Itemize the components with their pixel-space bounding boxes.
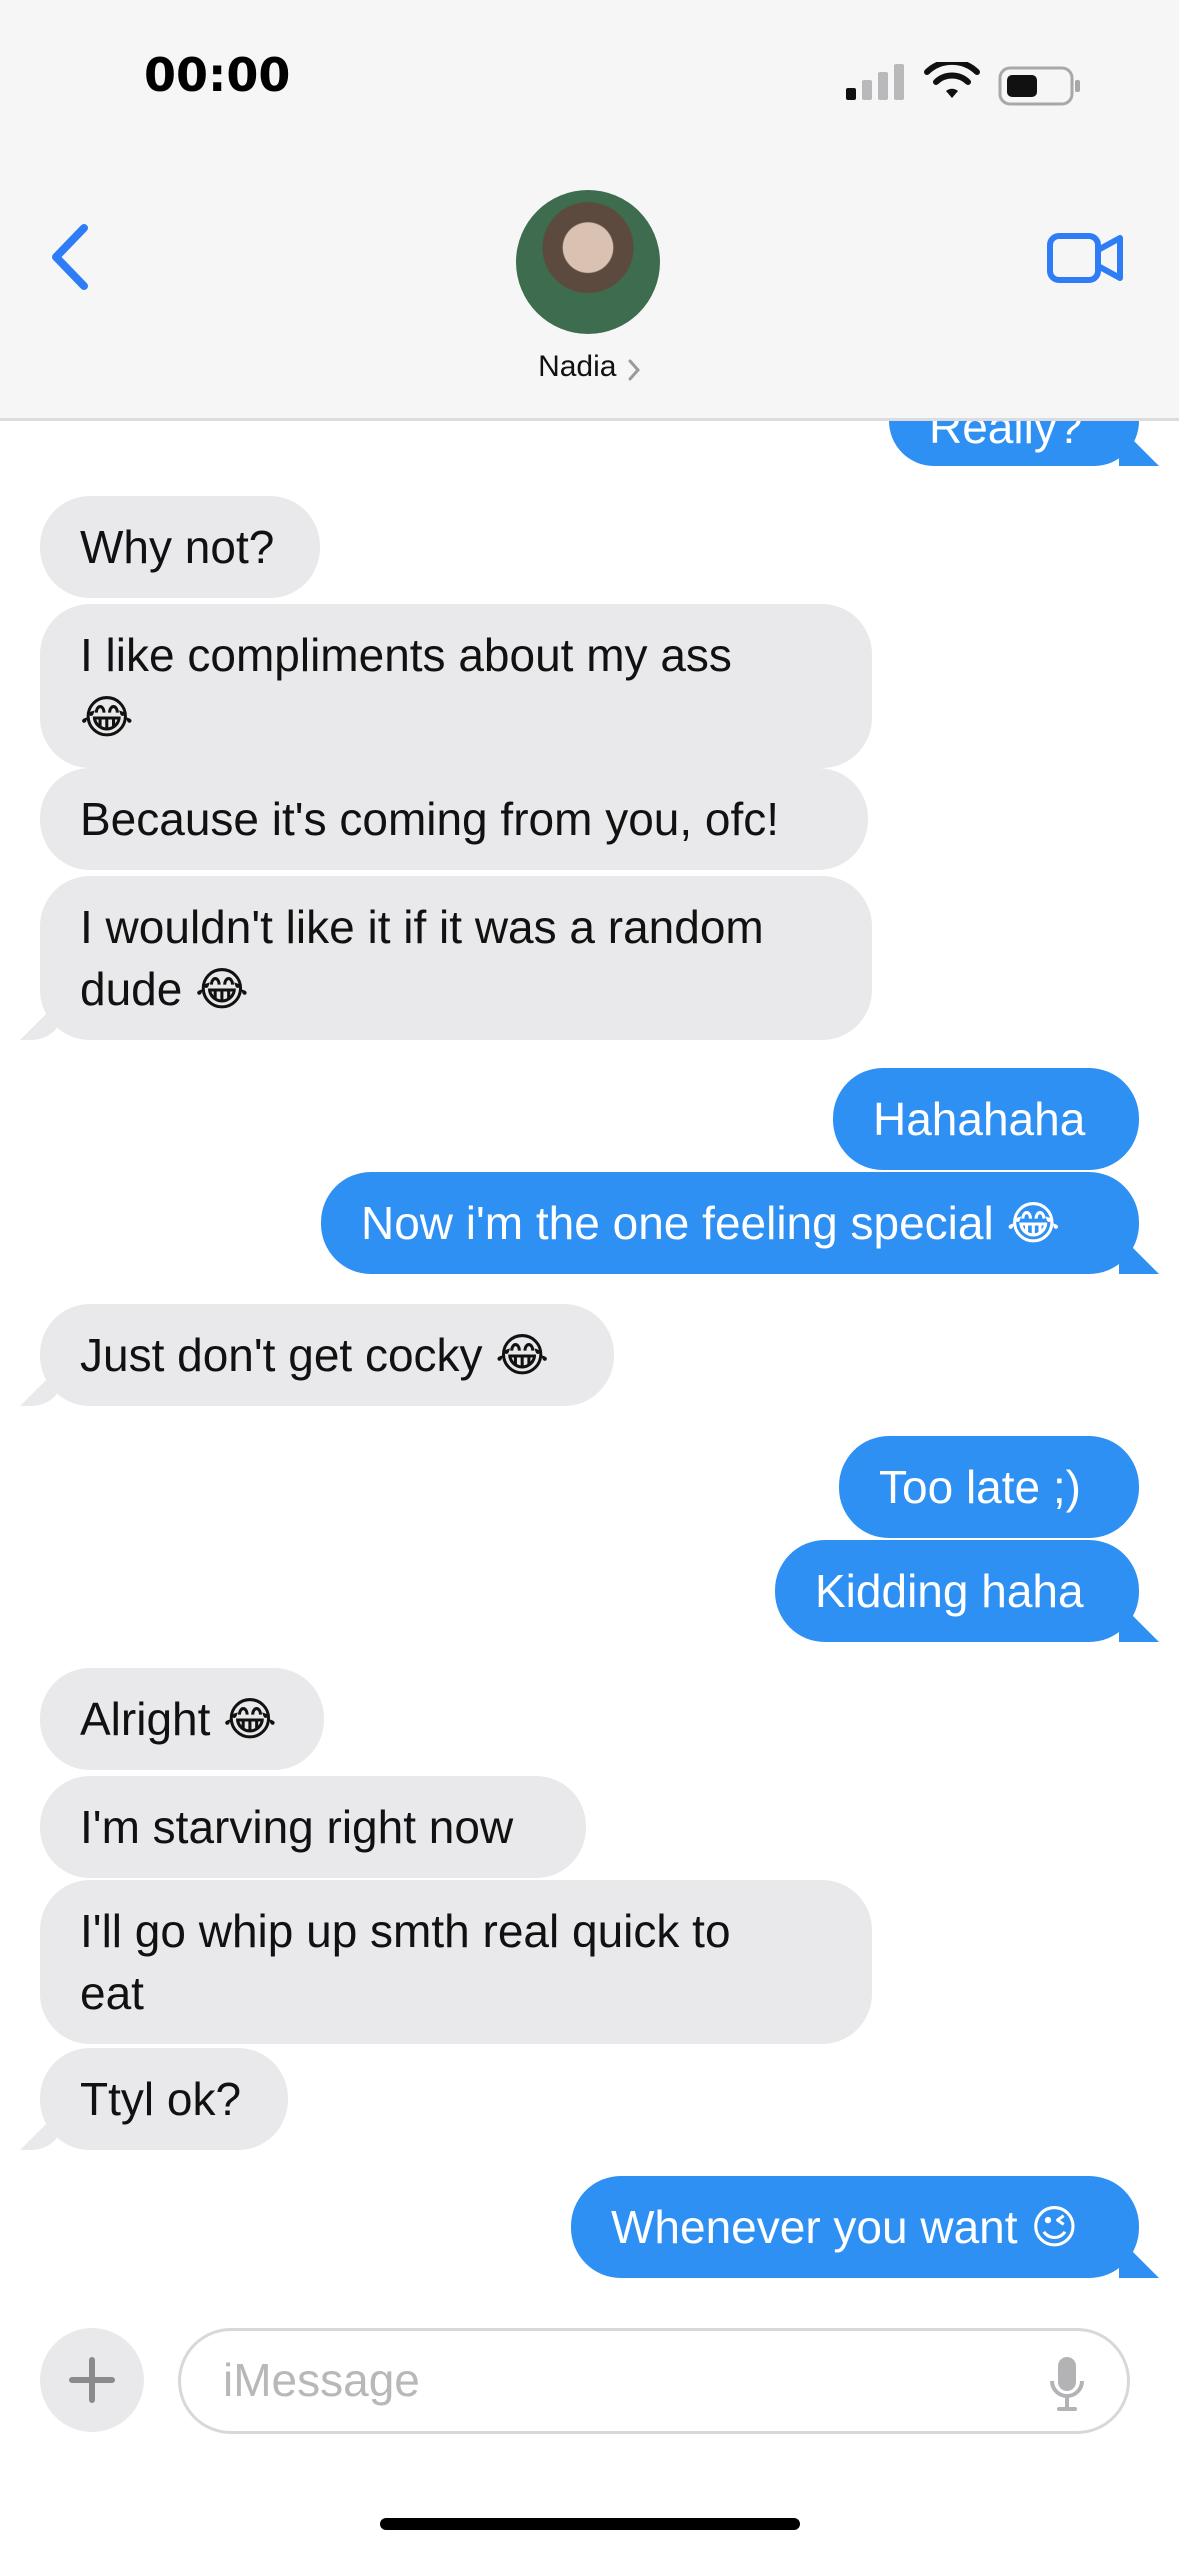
input-placeholder: iMessage — [223, 2354, 420, 2406]
microphone-icon[interactable] — [1049, 2355, 1085, 2413]
message-bubble-received[interactable]: Just don't get cocky 😂 — [40, 1304, 614, 1406]
message-bubble-received[interactable]: Because it's coming from you, ofc! — [40, 768, 868, 870]
cellular-signal-icon — [846, 64, 904, 100]
message-bubble-sent[interactable]: Now i'm the one feeling special 😂 — [321, 1172, 1139, 1274]
video-call-button[interactable] — [1046, 230, 1126, 286]
message-bubble-sent[interactable]: Too late ;) — [839, 1436, 1139, 1538]
contact-name: Nadia — [538, 350, 617, 383]
message-bubble-received[interactable]: Ttyl ok? — [40, 2048, 288, 2150]
message-bubble-received[interactable]: Why not? — [40, 496, 320, 598]
back-button[interactable] — [44, 222, 98, 292]
message-bubble-sent[interactable]: Hahahaha — [833, 1068, 1139, 1170]
chevron-right-icon — [628, 359, 640, 381]
apps-plus-button[interactable] — [40, 2328, 144, 2432]
message-bubble-received[interactable]: Alright 😂 — [40, 1668, 324, 1770]
contact-name-row[interactable]: Nadia — [0, 350, 1179, 384]
message-bubble-received[interactable]: I wouldn't like it if it was a random du… — [40, 876, 872, 1040]
avatar[interactable] — [516, 190, 660, 334]
message-bubble-received[interactable]: I'm starving right now — [40, 1776, 586, 1878]
home-indicator[interactable] — [380, 2518, 800, 2530]
imessage-input[interactable]: iMessage — [178, 2328, 1130, 2434]
message-bubble-received[interactable]: I'll go whip up smth real quick to eat — [40, 1880, 872, 2044]
status-time: 00:00 — [144, 48, 291, 102]
battery-icon — [998, 66, 1080, 106]
plus-icon — [69, 2357, 115, 2403]
wifi-icon — [924, 62, 980, 98]
message-bubble-received[interactable]: I like compliments about my ass 😂 — [40, 604, 872, 768]
conversation-header: 00:00 Nadia — [0, 0, 1179, 421]
message-bubble-sent[interactable]: Kidding haha — [775, 1540, 1139, 1642]
message-bubble-sent[interactable]: Whenever you want 😉 — [571, 2176, 1139, 2278]
